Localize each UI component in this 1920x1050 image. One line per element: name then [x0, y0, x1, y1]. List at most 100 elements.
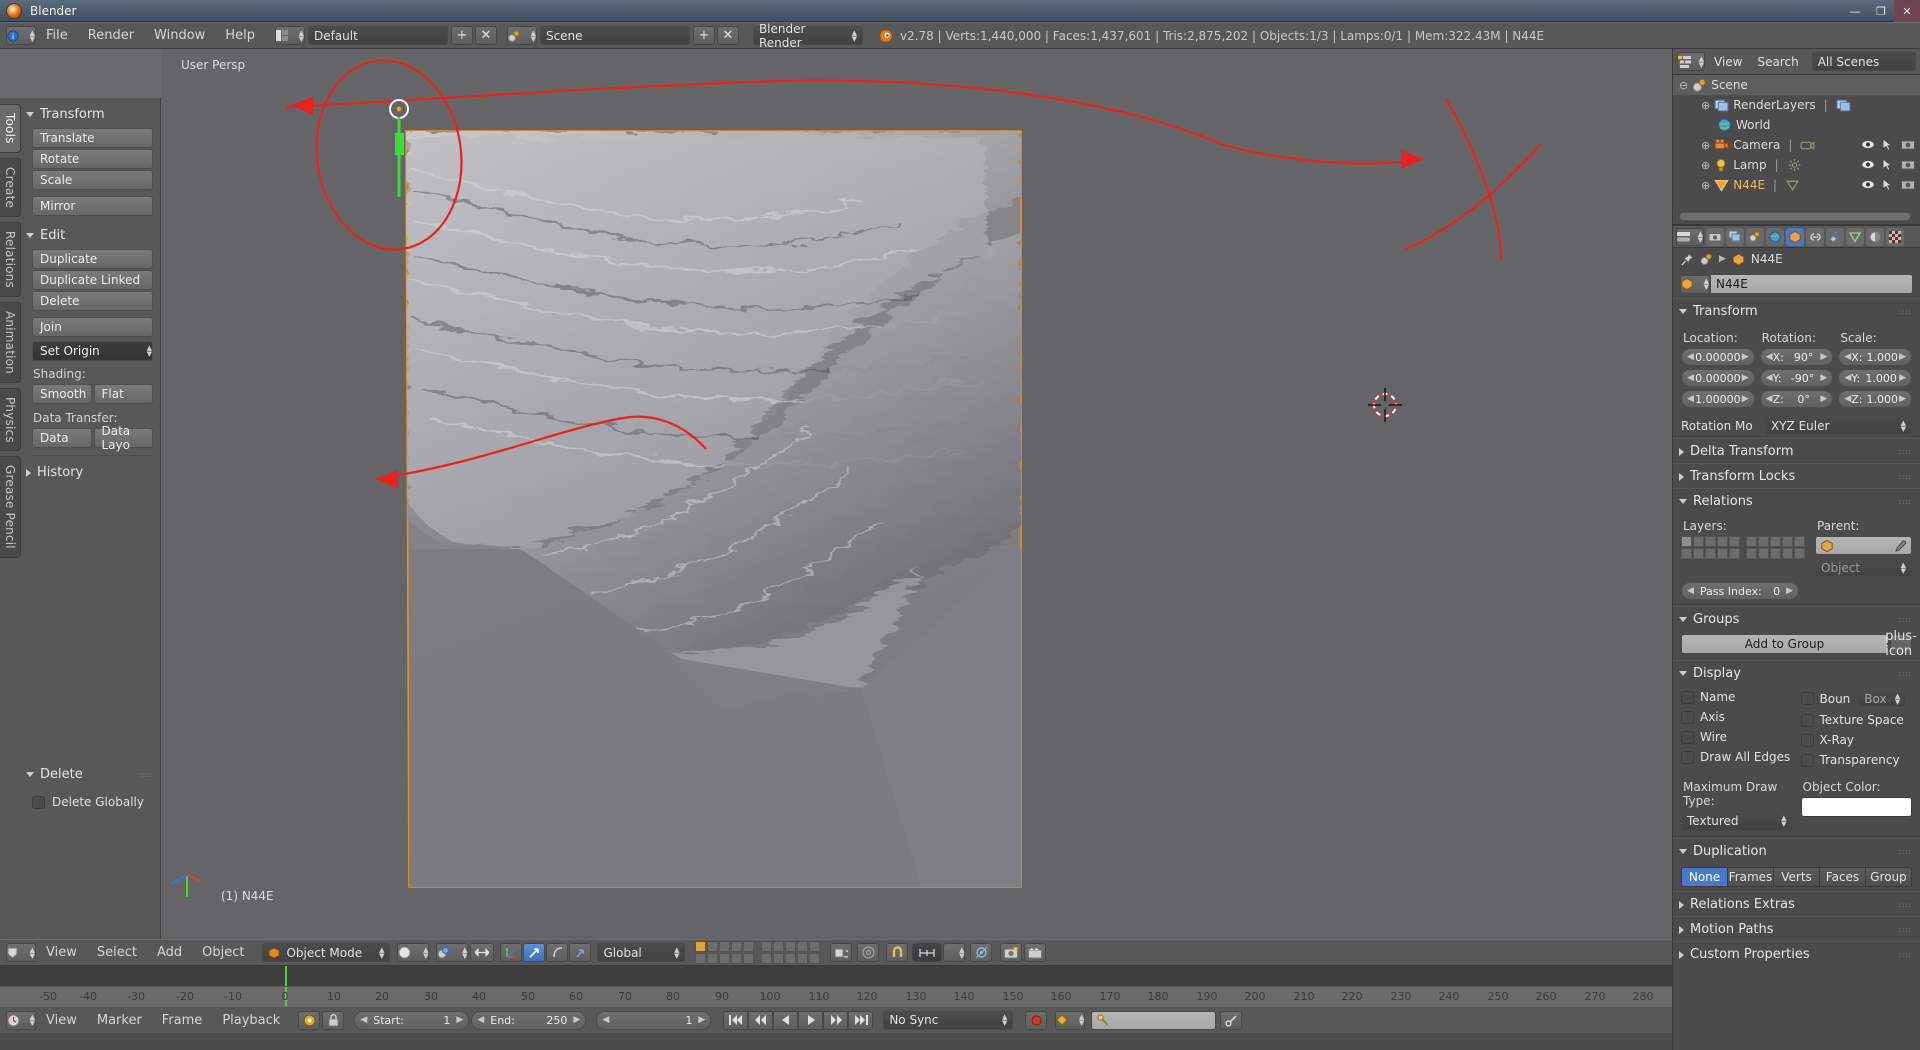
timeline-menu-frame[interactable]: Frame — [152, 1007, 213, 1034]
rotation-y-field[interactable]: ◀Y:-90°▶ — [1760, 369, 1834, 387]
tool-tab-grease-pencil[interactable]: Grease Pencil — [0, 456, 21, 558]
view3d-editor-icon[interactable]: ▲▼ — [6, 943, 36, 962]
add-to-group-button[interactable]: Add to Group — [1681, 634, 1888, 654]
arrow-right-icon[interactable]: ▶ — [573, 1015, 580, 1025]
outliner-display-mode[interactable]: All Scenes — [1812, 52, 1916, 71]
section-header-transform-locks[interactable]: Transform Locks :::: — [1673, 463, 1920, 488]
location-z-field[interactable]: ◀1.00000▶ — [1681, 390, 1755, 408]
properties-tab-renderlayers[interactable] — [1726, 228, 1744, 246]
bounds-type-select[interactable]: Box ▲▼ — [1858, 690, 1906, 707]
location-x-field[interactable]: ◀0.00000▶ — [1681, 348, 1755, 366]
menu-render[interactable]: Render — [78, 22, 144, 49]
key-insert-icon[interactable] — [1220, 1011, 1242, 1030]
plus-icon[interactable]: plus-icon — [1890, 634, 1912, 654]
layer-cell[interactable] — [1758, 536, 1769, 547]
timeline-editor-icon[interactable]: ▲▼ — [6, 1011, 36, 1030]
section-header-delta-transform[interactable]: Delta Transform :::: — [1673, 438, 1920, 463]
outliner-row-lamp[interactable]: ⊕ Lamp | — [1673, 155, 1920, 175]
expander-plus-icon[interactable]: ⊕ — [1701, 179, 1710, 192]
scene-layers-group-1[interactable] — [695, 941, 754, 964]
layer-cell[interactable] — [797, 941, 808, 952]
parent-field[interactable] — [1815, 536, 1912, 555]
snap-element-icon[interactable] — [912, 943, 942, 962]
render-animation-icon[interactable] — [1024, 943, 1046, 962]
scale-manipulator-button[interactable] — [546, 943, 568, 962]
sync-mode-select[interactable]: No Sync ▲▼ — [883, 1011, 1013, 1030]
display-axis-row[interactable]: Axis — [1681, 707, 1793, 727]
layer-cell[interactable] — [743, 953, 754, 964]
object-name-value[interactable]: N44E — [1710, 274, 1913, 294]
snap-target-chevron-icon[interactable]: ▲▼ — [943, 943, 965, 962]
properties-tab-texture[interactable] — [1886, 228, 1904, 246]
outliner-row-n44e[interactable]: ⊕ N44E | — [1673, 175, 1920, 195]
timeline-playhead[interactable] — [285, 966, 287, 986]
close-button[interactable]: ✕ — [1894, 0, 1920, 22]
section-header-relations[interactable]: Relations :::: — [1673, 488, 1920, 513]
arrow-right-icon[interactable]: ▶ — [1742, 394, 1749, 404]
max-draw-type-select[interactable]: Textured ▲▼ — [1681, 811, 1793, 831]
layer-cell[interactable] — [719, 953, 730, 964]
menu-file[interactable]: File — [36, 22, 78, 49]
record-icon[interactable] — [1025, 1011, 1047, 1030]
scale-z-field[interactable]: ◀Z:1.000▶ — [1838, 390, 1912, 408]
layer-cell[interactable] — [785, 953, 796, 964]
properties-tab-material[interactable] — [1866, 228, 1884, 246]
layer-cell[interactable] — [773, 953, 784, 964]
arrow-right-icon[interactable]: ▶ — [1820, 373, 1827, 383]
tool-tab-physics[interactable]: Physics — [0, 388, 21, 452]
display-xray-checkbox[interactable] — [1801, 734, 1814, 747]
tool-rotate-button[interactable]: Rotate — [32, 149, 153, 169]
layer-cell[interactable] — [1746, 548, 1757, 559]
outliner-editor-icon[interactable]: ▲▼ — [1677, 52, 1705, 71]
tool-data-button[interactable]: Data — [32, 428, 92, 448]
duplication-option-verts[interactable]: Verts — [1774, 868, 1820, 886]
layer-cell[interactable] — [1717, 548, 1728, 559]
display-bounds-checkbox[interactable] — [1801, 692, 1814, 705]
location-y-field[interactable]: ◀0.00000▶ — [1681, 369, 1755, 387]
section-header-duplication[interactable]: Duplication :::: — [1673, 838, 1920, 863]
translate-manipulator-button[interactable] — [500, 943, 522, 962]
interaction-mode-select[interactable]: Object Mode ▲▼ — [262, 943, 390, 962]
next-keyframe-icon[interactable] — [823, 1011, 848, 1030]
proportional-edit-icon[interactable] — [970, 943, 992, 962]
layer-cell[interactable] — [809, 941, 820, 952]
view3d-menu-view[interactable]: View — [36, 939, 87, 966]
properties-tab-scene[interactable] — [1746, 228, 1764, 246]
tool-tab-animation[interactable]: Animation — [0, 302, 21, 383]
rotation-z-field[interactable]: ◀Z:0°▶ — [1760, 390, 1834, 408]
scene-layers[interactable] — [695, 941, 820, 964]
object-layers-group-2[interactable] — [1746, 536, 1805, 559]
arrow-right-icon[interactable]: ▶ — [1742, 373, 1749, 383]
layer-cell[interactable] — [1693, 548, 1704, 559]
tool-tab-relations[interactable]: Relations — [0, 222, 21, 297]
layer-cell[interactable] — [707, 953, 718, 964]
layer-cell[interactable] — [1782, 536, 1793, 547]
restrict-view-eye-icon[interactable] — [1861, 179, 1875, 190]
duplication-option-faces[interactable]: Faces — [1820, 868, 1866, 886]
arrow-left-icon[interactable]: ◀ — [1766, 394, 1773, 404]
tool-duplicate-button[interactable]: Duplicate — [32, 249, 153, 269]
keyframe-diamond-icon[interactable]: ▲▼ — [1055, 1011, 1085, 1030]
frame-end-field[interactable]: ◀ End: 250 ▶ — [471, 1011, 586, 1030]
pass-index-field[interactable]: ◀ Pass Index: 0 ▶ — [1681, 582, 1799, 600]
restrict-render-camera-icon[interactable] — [1901, 179, 1915, 190]
section-header-display[interactable]: Display :::: — [1673, 660, 1920, 685]
arrow-left-icon[interactable]: ◀ — [1687, 352, 1694, 362]
timeline-track[interactable] — [0, 966, 1672, 986]
view3d-menu-object[interactable]: Object — [192, 939, 254, 966]
frame-start-field[interactable]: ◀ Start: 1 ▶ — [354, 1011, 469, 1030]
eyedropper-icon[interactable] — [1894, 540, 1906, 552]
arrow-right-icon[interactable]: ▶ — [698, 1015, 705, 1025]
layer-cell[interactable] — [761, 941, 772, 952]
outliner-row-camera[interactable]: ⊕ Camera | — [1673, 135, 1920, 155]
layer-cell[interactable] — [1681, 548, 1692, 559]
add-scene-button[interactable]: + — [693, 26, 715, 45]
arrow-right-icon[interactable]: ▶ — [1820, 394, 1827, 404]
arrow-right-icon[interactable]: ▶ — [1820, 352, 1827, 362]
layer-cell[interactable] — [1717, 536, 1728, 547]
layer-cell[interactable] — [707, 941, 718, 952]
scene-field[interactable]: Scene — [540, 26, 690, 45]
delete-screen-button[interactable]: ✕ — [475, 26, 497, 45]
arrow-right-icon[interactable]: ▶ — [1899, 394, 1906, 404]
parent-type-select[interactable]: Object ▲▼ — [1815, 558, 1912, 577]
